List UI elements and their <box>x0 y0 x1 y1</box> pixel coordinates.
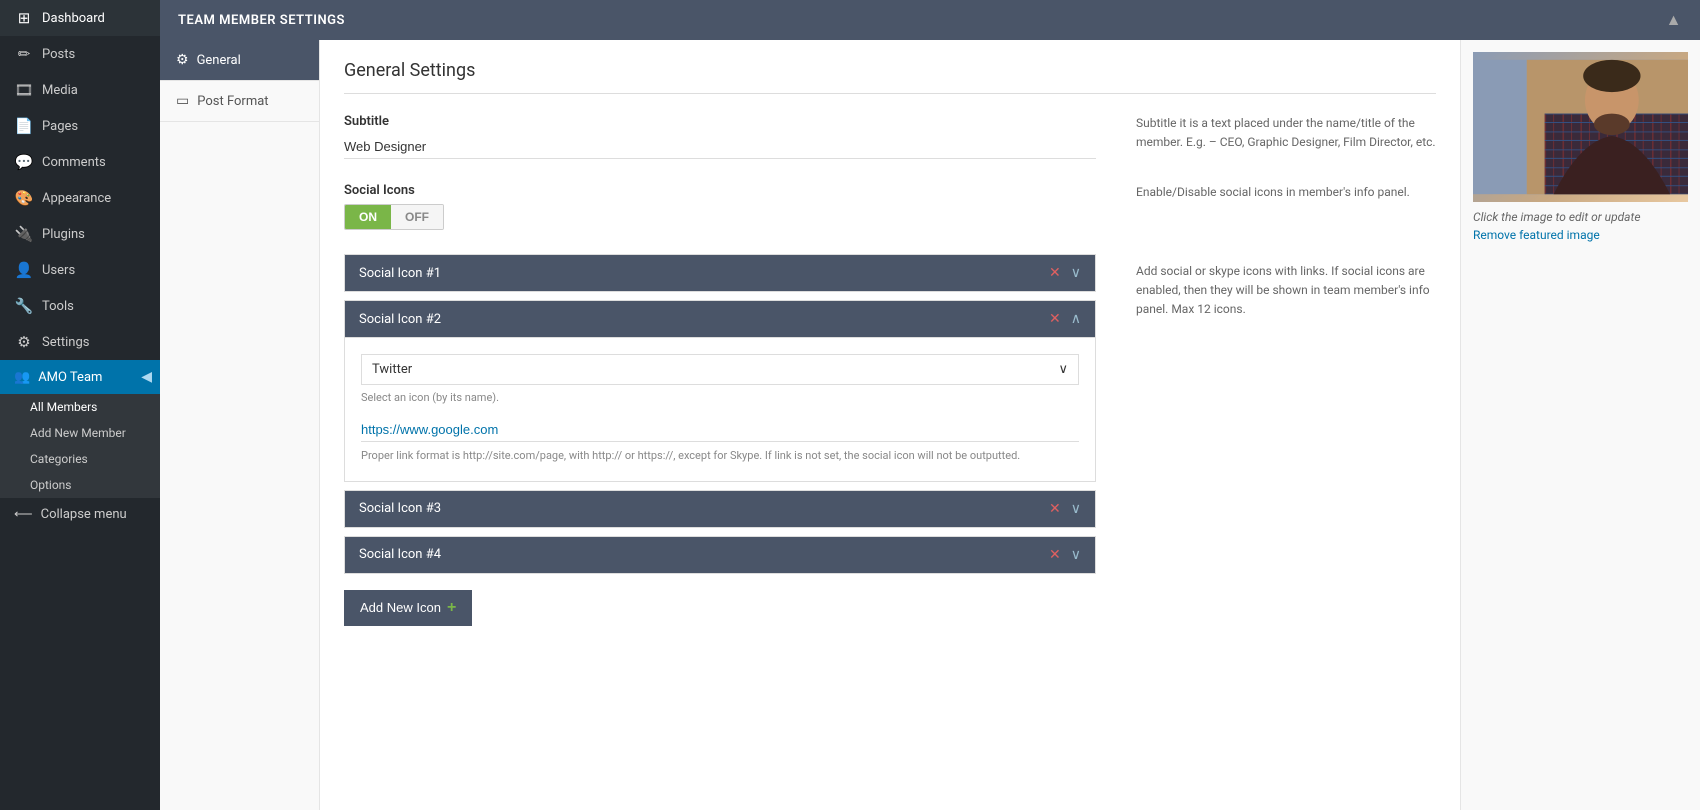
select-hint: Select an icon (by its name). <box>361 391 1079 404</box>
main-content: TEAM MEMBER SETTINGS ▲ ⚙ General ▭ Post … <box>160 0 1700 810</box>
add-icon-plus: + <box>447 599 456 617</box>
social-icon-1-header[interactable]: Social Icon #1 ✕ ∨ <box>345 255 1095 291</box>
sidebar-item-settings[interactable]: ⚙ Settings <box>0 324 160 360</box>
social-icons-row: Social Icons ON OFF Enable/Disable socia… <box>344 183 1436 230</box>
submenu-options[interactable]: Options <box>0 472 160 498</box>
remove-featured-image-link[interactable]: Remove featured image <box>1473 228 1600 242</box>
tab-general[interactable]: ⚙ General <box>160 40 319 81</box>
subtitle-label: Subtitle <box>344 114 1096 129</box>
toggle-on-button[interactable]: ON <box>345 205 391 229</box>
featured-image[interactable] <box>1473 52 1688 202</box>
collapse-menu-button[interactable]: ⟵ Collapse menu <box>0 498 160 531</box>
social-icon-1-remove[interactable]: ✕ <box>1049 265 1061 281</box>
add-new-icon-button[interactable]: Add New Icon + <box>344 590 472 626</box>
pages-icon: 📄 <box>14 117 34 135</box>
sidebar-item-tools[interactable]: 🔧 Tools <box>0 288 160 324</box>
content-area: ⚙ General ▭ Post Format General Settings… <box>160 40 1700 810</box>
social-icon-1-label: Social Icon #1 <box>359 266 441 281</box>
amo-team-icon: 👥 <box>14 370 30 385</box>
sidebar-item-comments[interactable]: 💬 Comments <box>0 144 160 180</box>
featured-image-hint: Click the image to edit or update <box>1473 210 1688 224</box>
submenu-add-new-member[interactable]: Add New Member <box>0 420 160 446</box>
tab-post-format[interactable]: ▭ Post Format <box>160 81 319 122</box>
social-panels-area: Social Icon #1 ✕ ∨ Social Icon #2 <box>344 254 1436 626</box>
tools-icon: 🔧 <box>14 297 34 315</box>
social-icons-description: Enable/Disable social icons in member's … <box>1136 183 1436 230</box>
social-icon-2-collapse[interactable]: ∧ <box>1071 311 1081 327</box>
amo-team-submenu: All Members Add New Member Categories Op… <box>0 394 160 498</box>
sidebar-item-amo-team[interactable]: 👥 AMO Team ◀ <box>0 360 160 394</box>
featured-image-box: Click the image to edit or update Remove… <box>1461 40 1700 255</box>
amo-team-chevron: ◀ <box>141 369 152 385</box>
sidebar-item-appearance[interactable]: 🎨 Appearance <box>0 180 160 216</box>
subtitle-row: Subtitle Subtitle it is a text placed un… <box>344 114 1436 159</box>
social-icon-1-expand[interactable]: ∨ <box>1071 265 1081 281</box>
social-icon-panel-1: Social Icon #1 ✕ ∨ <box>344 254 1096 292</box>
comments-icon: 💬 <box>14 153 34 171</box>
main-panel: General Settings Subtitle Subtitle it is… <box>320 40 1460 810</box>
social-icon-4-expand[interactable]: ∨ <box>1071 547 1081 563</box>
social-icon-2-label: Social Icon #2 <box>359 312 441 327</box>
right-sidebar: Click the image to edit or update Remove… <box>1460 40 1700 810</box>
plugins-icon: 🔌 <box>14 225 34 243</box>
post-format-tab-icon: ▭ <box>176 93 189 109</box>
settings-icon: ⚙ <box>14 333 34 351</box>
sidebar-item-dashboard[interactable]: ⊞ Dashboard <box>0 0 160 36</box>
url-hint: Proper link format is http://site.com/pa… <box>361 448 1079 465</box>
section-title: General Settings <box>344 60 1436 94</box>
social-icon-2-body: Twitter ∨ Select an icon (by its name). … <box>345 337 1095 481</box>
collapse-icon: ⟵ <box>14 507 33 522</box>
social-icon-2-header[interactable]: Social Icon #2 ✕ ∧ <box>345 301 1095 337</box>
social-icons-toggle: ON OFF <box>344 204 444 230</box>
users-icon: 👤 <box>14 261 34 279</box>
sidebar-item-posts[interactable]: ✏ Posts <box>0 36 160 72</box>
appearance-icon: 🎨 <box>14 189 34 207</box>
social-icon-3-label: Social Icon #3 <box>359 501 441 516</box>
social-panels-description: Add social or skype icons with links. If… <box>1136 254 1436 626</box>
social-icon-4-header[interactable]: Social Icon #4 ✕ ∨ <box>345 537 1095 573</box>
social-icon-panel-4: Social Icon #4 ✕ ∨ <box>344 536 1096 574</box>
sidebar-item-plugins[interactable]: 🔌 Plugins <box>0 216 160 252</box>
social-icon-2-url-input[interactable] <box>361 418 1079 442</box>
sidebar-item-pages[interactable]: 📄 Pages <box>0 108 160 144</box>
sidebar: ⊞ Dashboard ✏ Posts 🎞 Media 📄 Pages 💬 Co… <box>0 0 160 810</box>
social-icon-panel-2: Social Icon #2 ✕ ∧ Twitter ∨ Select <box>344 300 1096 482</box>
media-icon: 🎞 <box>14 81 34 99</box>
select-chevron-icon: ∨ <box>1058 362 1068 377</box>
social-icon-3-remove[interactable]: ✕ <box>1049 501 1061 517</box>
social-icon-2-select[interactable]: Twitter ∨ <box>361 354 1079 385</box>
posts-icon: ✏ <box>14 45 34 63</box>
sidebar-item-media[interactable]: 🎞 Media <box>0 72 160 108</box>
submenu-categories[interactable]: Categories <box>0 446 160 472</box>
social-icon-4-label: Social Icon #4 <box>359 547 441 562</box>
social-icons-label: Social Icons <box>344 183 1096 198</box>
team-member-settings-header: TEAM MEMBER SETTINGS ▲ <box>160 0 1700 40</box>
social-icon-3-header[interactable]: Social Icon #3 ✕ ∨ <box>345 491 1095 527</box>
general-tab-icon: ⚙ <box>176 52 189 68</box>
social-icon-2-remove[interactable]: ✕ <box>1049 311 1061 327</box>
subtitle-description: Subtitle it is a text placed under the n… <box>1136 114 1436 159</box>
sidebar-item-users[interactable]: 👤 Users <box>0 252 160 288</box>
social-panels-list: Social Icon #1 ✕ ∨ Social Icon #2 <box>344 254 1096 626</box>
tm-header-collapse-icon[interactable]: ▲ <box>1666 10 1682 30</box>
left-tabs: ⚙ General ▭ Post Format <box>160 40 320 810</box>
toggle-off-button[interactable]: OFF <box>391 205 443 229</box>
dashboard-icon: ⊞ <box>14 9 34 27</box>
social-icon-3-expand[interactable]: ∨ <box>1071 501 1081 517</box>
submenu-all-members[interactable]: All Members <box>0 394 160 420</box>
social-icon-panel-3: Social Icon #3 ✕ ∨ <box>344 490 1096 528</box>
social-icon-4-remove[interactable]: ✕ <box>1049 547 1061 563</box>
subtitle-input[interactable] <box>344 135 1096 159</box>
